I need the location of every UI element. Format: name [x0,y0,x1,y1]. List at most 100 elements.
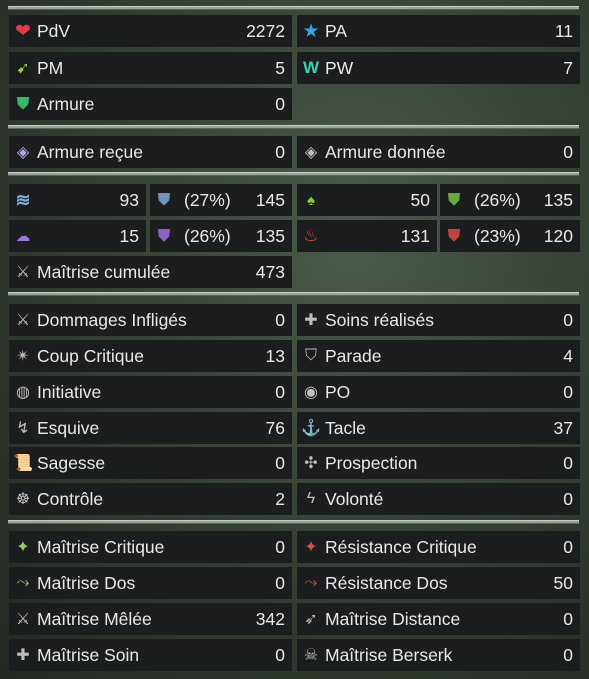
lock-icon: ⚓ [301,420,321,437]
stat-value: 342 [255,608,285,629]
stat-value: 145 [255,189,285,210]
stat-label: PM [37,57,64,78]
stat-value: 0 [563,644,573,665]
stat-row-prospecting: ✣ Prospection 0 [297,447,580,479]
resist-percent: (26%) [474,189,521,210]
stat-value: 11 [554,20,573,41]
stat-row-water-resist: ⛊ (27%) 145 [150,184,292,216]
rear-resistance-icon: ⤳ [304,574,318,591]
stat-row-pw: W PW 7 [297,52,580,84]
stat-value: 2272 [246,20,285,41]
section-divider [8,125,579,129]
stat-row-heals: ✚ Soins réalisés 0 [297,304,580,336]
stat-value: 5 [275,57,285,78]
stat-value: 0 [275,452,285,473]
stat-row-armure: ⛊ Armure 0 [9,88,292,120]
berserk-mastery-icon: ☠ [303,647,319,664]
stat-row-armor-given: ◈ Armure donnée 0 [297,136,580,168]
stat-label: Parade [325,345,382,366]
fire-icon: ♨ [303,226,319,245]
stat-value: 135 [255,225,285,246]
stat-row-pdv: ❤ PdV 2272 [9,15,292,47]
stat-value: 0 [275,309,285,330]
stat-value: 131 [400,225,430,246]
range-icon: ◉ [304,384,318,401]
stat-value: 0 [563,488,573,509]
stat-row-rear-mastery: ⤳ Maîtrise Dos 0 [9,567,292,599]
air-shield-icon: ⛊ [157,226,171,245]
willpower-icon: ϟ [306,490,316,507]
stat-label: Maîtrise Soin [37,644,140,665]
stat-value: 50 [410,189,430,210]
stat-label: Sagesse [37,452,106,473]
stat-row-critical-mastery: ✦ Maîtrise Critique 0 [9,531,292,563]
stat-label: Coup Critique [37,345,144,366]
critical-resistance-icon: ✦ [304,539,318,556]
stat-row-pa: ★ PA 11 [297,15,580,47]
stat-row-damage-dealt: ⚔ Dommages Infligés 0 [9,304,292,336]
critical-mastery-icon: ✦ [16,539,30,556]
stat-value: 0 [275,93,285,114]
stat-label: Volonté [325,488,384,509]
healing-mastery-icon: ✚ [16,647,30,664]
stat-row-armor-received: ◈ Armure reçue 0 [9,136,292,168]
stat-row-berserk-mastery: ☠ Maîtrise Berserk 0 [297,639,580,671]
stat-label: Maîtrise Berserk [325,644,453,665]
stat-value: 0 [563,309,573,330]
stat-value: 93 [119,189,139,210]
resist-percent: (27%) [184,189,231,210]
air-icon: ☁ [15,228,31,245]
resist-percent: (26%) [184,225,231,246]
stat-value: 0 [275,381,285,402]
stat-value: 120 [543,225,573,246]
stat-label: Initiative [37,381,102,402]
stat-label: Soins réalisés [325,309,434,330]
stat-value: 0 [275,141,285,162]
stat-row-initiative: ◍ Initiative 0 [9,376,292,408]
stat-row-parry: ⛉ Parade 4 [297,340,580,372]
water-icon: ≋ [15,189,31,210]
stat-row-willpower: ϟ Volonté 0 [297,483,580,515]
earth-shield-icon: ⛊ [447,190,461,209]
rear-mastery-icon: ⤳ [16,574,30,591]
stat-row-lock: ⚓ Tacle 37 [297,412,580,444]
stat-row-water-mastery: ≋ 93 [9,184,146,216]
wakfu-icon: W [302,58,320,77]
earth-icon: ♠ [307,191,315,209]
stat-row-air-mastery: ☁ 15 [9,220,146,252]
stat-value: 0 [275,572,285,593]
stat-value: 0 [563,381,573,402]
parry-icon: ⛉ [304,347,317,364]
stat-value: 0 [563,141,573,162]
stat-row-fire-mastery: ♨ 131 [297,220,437,252]
section-divider [8,520,579,524]
stat-label: Prospection [325,452,418,473]
stat-label: PW [325,57,354,78]
stat-label: Armure [37,93,95,114]
stat-row-range: ◉ PO 0 [297,376,580,408]
stat-label: PA [325,20,348,41]
stat-row-earth-mastery: ♠ 50 [297,184,437,216]
stat-value: 135 [543,189,573,210]
stat-label: Armure reçue [37,141,144,162]
stat-label: Dommages Infligés [37,309,187,330]
stat-row-air-resist: ⛊ (26%) 135 [150,220,292,252]
sword-icon: ⚔ [15,312,31,329]
stat-value: 15 [119,225,139,246]
stat-value: 37 [553,417,573,438]
heal-icon: ✚ [304,312,318,329]
stat-value: 50 [553,572,573,593]
stat-row-dodge: ↯ Esquive 76 [9,412,292,444]
boot-icon: ➹ [16,60,30,77]
distance-mastery-icon: ➶ [304,611,318,628]
stat-row-distance-mastery: ➶ Maîtrise Distance 0 [297,603,580,635]
stat-label: Résistance Dos [325,572,448,593]
stat-value: 0 [563,452,573,473]
stat-value: 0 [563,536,573,557]
resist-percent: (23%) [474,225,521,246]
stat-label: Contrôle [37,488,104,509]
stat-label: Esquive [37,417,100,438]
section-divider [8,292,579,296]
armor-given-icon: ◈ [304,144,318,161]
stat-row-control: ☸ Contrôle 2 [9,483,292,515]
